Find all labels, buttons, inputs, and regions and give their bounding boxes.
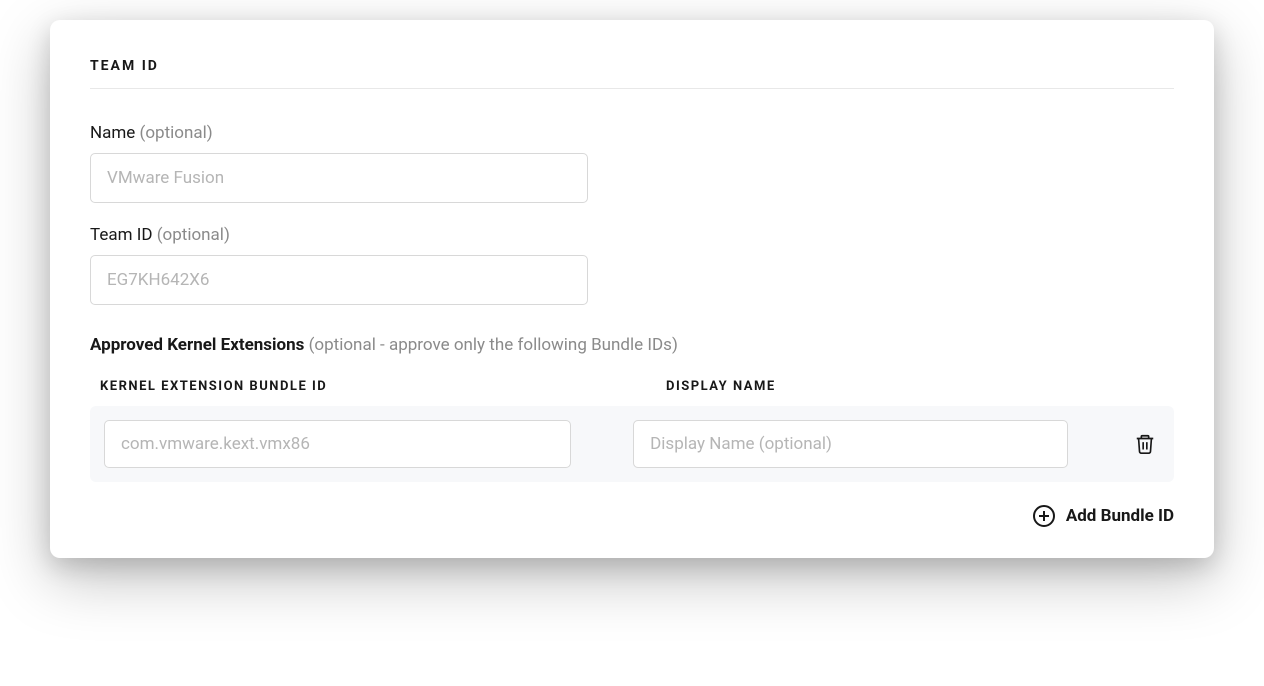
table-headers: KERNEL EXTENSION BUNDLE ID DISPLAY NAME — [90, 379, 1174, 394]
section-title: TEAM ID — [90, 58, 1174, 89]
add-bundle-id-button[interactable]: Add Bundle ID — [1032, 504, 1174, 528]
team-id-optional-text: (optional) — [157, 225, 230, 245]
approved-hint-text: (optional - approve only the following B… — [309, 335, 678, 355]
team-id-label: Team ID (optional) — [90, 225, 1174, 245]
header-bundle-id: KERNEL EXTENSION BUNDLE ID — [100, 379, 476, 394]
name-label: Name (optional) — [90, 123, 1174, 143]
trash-icon — [1134, 432, 1156, 456]
name-label-text: Name — [90, 123, 135, 143]
header-display-name: DISPLAY NAME — [666, 379, 776, 394]
add-button-label: Add Bundle ID — [1066, 506, 1174, 526]
bundle-id-input[interactable] — [104, 420, 571, 468]
approved-label-text: Approved Kernel Extensions — [90, 335, 304, 355]
team-id-input[interactable] — [90, 255, 588, 305]
display-name-input[interactable] — [633, 420, 1068, 468]
add-row-container: Add Bundle ID — [90, 504, 1174, 528]
team-id-card: TEAM ID Name (optional) Team ID (optiona… — [50, 20, 1214, 558]
name-input[interactable] — [90, 153, 588, 203]
approved-extensions-label: Approved Kernel Extensions (optional - a… — [90, 335, 1174, 355]
delete-row-button[interactable] — [1130, 428, 1160, 460]
name-optional-text: (optional) — [140, 123, 213, 143]
team-id-label-text: Team ID — [90, 225, 153, 245]
bundle-row — [90, 406, 1174, 482]
plus-circle-icon — [1032, 504, 1056, 528]
